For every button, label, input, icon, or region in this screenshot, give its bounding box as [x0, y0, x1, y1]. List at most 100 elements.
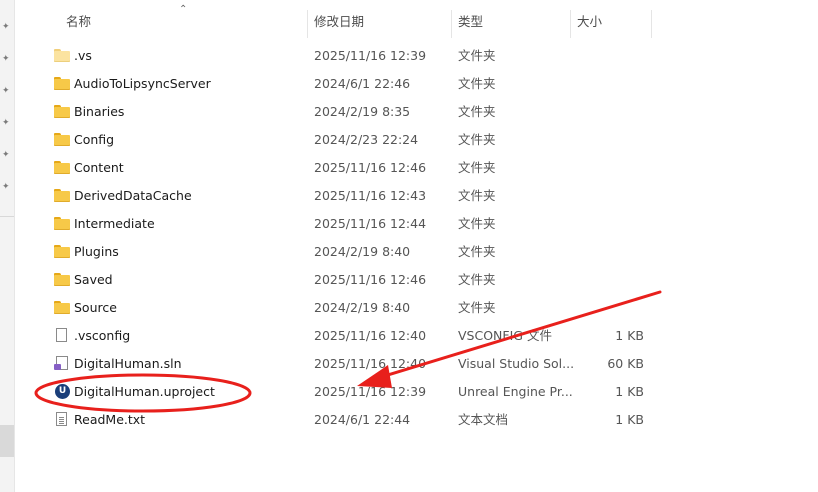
- file-size: [572, 98, 644, 126]
- file-row[interactable]: Intermediate 2025/11/16 12:44 文件夹: [32, 210, 818, 238]
- file-name: Content: [74, 160, 124, 175]
- file-size: [572, 238, 644, 266]
- file-date: 2024/6/1 22:44: [314, 412, 411, 427]
- folder-icon: [54, 216, 70, 232]
- pin-icon[interactable]: ✦: [2, 86, 12, 96]
- file-name: DerivedDataCache: [74, 188, 192, 203]
- file-type: Visual Studio Sol...: [458, 356, 575, 371]
- file-row[interactable]: Config 2024/2/23 22:24 文件夹: [32, 126, 818, 154]
- folder-icon: [54, 48, 70, 64]
- text-file-icon: [56, 412, 67, 426]
- column-date[interactable]: 修改日期: [312, 8, 364, 36]
- file-row[interactable]: Saved 2025/11/16 12:46 文件夹: [32, 266, 818, 294]
- column-divider[interactable]: [651, 10, 652, 38]
- nav-scrollbar[interactable]: [0, 425, 14, 457]
- pin-icon[interactable]: ✦: [2, 150, 12, 160]
- file-size: [572, 294, 644, 322]
- file-name: AudioToLipsyncServer: [74, 76, 211, 91]
- file-name: Saved: [74, 272, 113, 287]
- folder-icon: [54, 272, 70, 288]
- file-type: 文件夹: [458, 76, 496, 91]
- pin-icon[interactable]: ✦: [2, 118, 12, 128]
- file-row[interactable]: U DigitalHuman.uproject 2025/11/16 12:39 Un…: [32, 378, 818, 406]
- column-name[interactable]: 名称: [64, 8, 91, 36]
- file-type: 文本文档: [458, 412, 509, 427]
- file-name: Binaries: [74, 104, 125, 119]
- file-date: 2025/11/16 12:40: [314, 328, 427, 343]
- file-type: 文件夹: [458, 160, 496, 175]
- column-divider[interactable]: [451, 10, 452, 38]
- folder-icon: [54, 132, 70, 148]
- file-date: 2025/11/16 12:43: [314, 188, 427, 203]
- file-date: 2024/6/1 22:46: [314, 76, 411, 91]
- file-size: 1 KB: [615, 384, 644, 399]
- file-row[interactable]: Binaries 2024/2/19 8:35 文件夹: [32, 98, 818, 126]
- file-row[interactable]: Plugins 2024/2/19 8:40 文件夹: [32, 238, 818, 266]
- file-size: [572, 182, 644, 210]
- folder-icon: [54, 188, 70, 204]
- sln-icon: [54, 356, 68, 370]
- file-date: 2024/2/19 8:40: [314, 300, 411, 315]
- navigation-pane[interactable]: ✦ ✦ ✦ ✦ ✦ ✦: [0, 0, 15, 492]
- file-size: [572, 210, 644, 238]
- file-icon: [56, 328, 67, 342]
- file-name: .vs: [74, 48, 92, 63]
- file-date: 2025/11/16 12:39: [314, 384, 427, 399]
- sort-ascending-icon: ⌃: [179, 4, 188, 15]
- pin-icon[interactable]: ✦: [2, 22, 12, 32]
- file-size: [572, 266, 644, 294]
- folder-icon: [54, 104, 70, 120]
- file-name: Source: [74, 300, 117, 315]
- file-date: 2024/2/19 8:40: [314, 244, 411, 259]
- file-date: 2024/2/19 8:35: [314, 104, 411, 119]
- file-row[interactable]: AudioToLipsyncServer 2024/6/1 22:46 文件夹: [32, 70, 818, 98]
- file-row[interactable]: .vs 2025/11/16 12:39 文件夹: [32, 42, 818, 70]
- file-size: [572, 154, 644, 182]
- file-size: [572, 70, 644, 98]
- nav-divider: [0, 216, 14, 217]
- column-size[interactable]: 大小: [575, 8, 602, 36]
- file-size: 1 KB: [615, 328, 644, 343]
- folder-icon: [54, 300, 70, 316]
- file-list[interactable]: ⌃ 名称 修改日期 类型 大小 .vs 2025/11/16 12:39 文件夹 Au…: [32, 0, 818, 492]
- file-name: DigitalHuman.uproject: [74, 384, 215, 399]
- file-date: 2024/2/23 22:24: [314, 132, 419, 147]
- file-row[interactable]: ReadMe.txt 2024/6/1 22:44 文本文档 1 KB: [32, 406, 818, 434]
- file-date: 2025/11/16 12:40: [314, 356, 427, 371]
- file-date: 2025/11/16 12:46: [314, 272, 427, 287]
- file-size: [572, 42, 644, 70]
- file-row[interactable]: DigitalHuman.sln 2025/11/16 12:40 Visual S…: [32, 350, 818, 378]
- file-name: Intermediate: [74, 216, 155, 231]
- file-name: ReadMe.txt: [74, 412, 146, 427]
- file-size: 60 KB: [607, 356, 644, 371]
- unreal-engine-icon: U: [55, 384, 70, 399]
- file-name: .vsconfig: [74, 328, 131, 343]
- file-row[interactable]: Content 2025/11/16 12:46 文件夹: [32, 154, 818, 182]
- column-header: ⌃ 名称 修改日期 类型 大小: [32, 4, 652, 38]
- file-type: 文件夹: [458, 244, 496, 259]
- folder-icon: [54, 160, 70, 176]
- file-name: Plugins: [74, 244, 119, 259]
- file-type: 文件夹: [458, 216, 496, 231]
- file-size: [572, 126, 644, 154]
- file-type: 文件夹: [458, 272, 496, 287]
- column-divider[interactable]: [570, 10, 571, 38]
- file-type: Unreal Engine Pr...: [458, 384, 573, 399]
- pin-icon[interactable]: ✦: [2, 182, 12, 192]
- file-type: 文件夹: [458, 132, 496, 147]
- file-row[interactable]: .vsconfig 2025/11/16 12:40 VSCONFIG 文件 1 KB: [32, 322, 818, 350]
- folder-icon: [54, 76, 70, 92]
- file-type: 文件夹: [458, 300, 496, 315]
- folder-icon: [54, 244, 70, 260]
- file-row[interactable]: DerivedDataCache 2025/11/16 12:43 文件夹: [32, 182, 818, 210]
- pin-icon[interactable]: ✦: [2, 54, 12, 64]
- file-type: 文件夹: [458, 48, 496, 63]
- file-name: DigitalHuman.sln: [74, 356, 182, 371]
- file-date: 2025/11/16 12:46: [314, 160, 427, 175]
- column-type[interactable]: 类型: [456, 8, 483, 36]
- file-name: Config: [74, 132, 115, 147]
- file-date: 2025/11/16 12:44: [314, 216, 427, 231]
- file-row[interactable]: Source 2024/2/19 8:40 文件夹: [32, 294, 818, 322]
- column-divider[interactable]: [307, 10, 308, 38]
- file-type: 文件夹: [458, 188, 496, 203]
